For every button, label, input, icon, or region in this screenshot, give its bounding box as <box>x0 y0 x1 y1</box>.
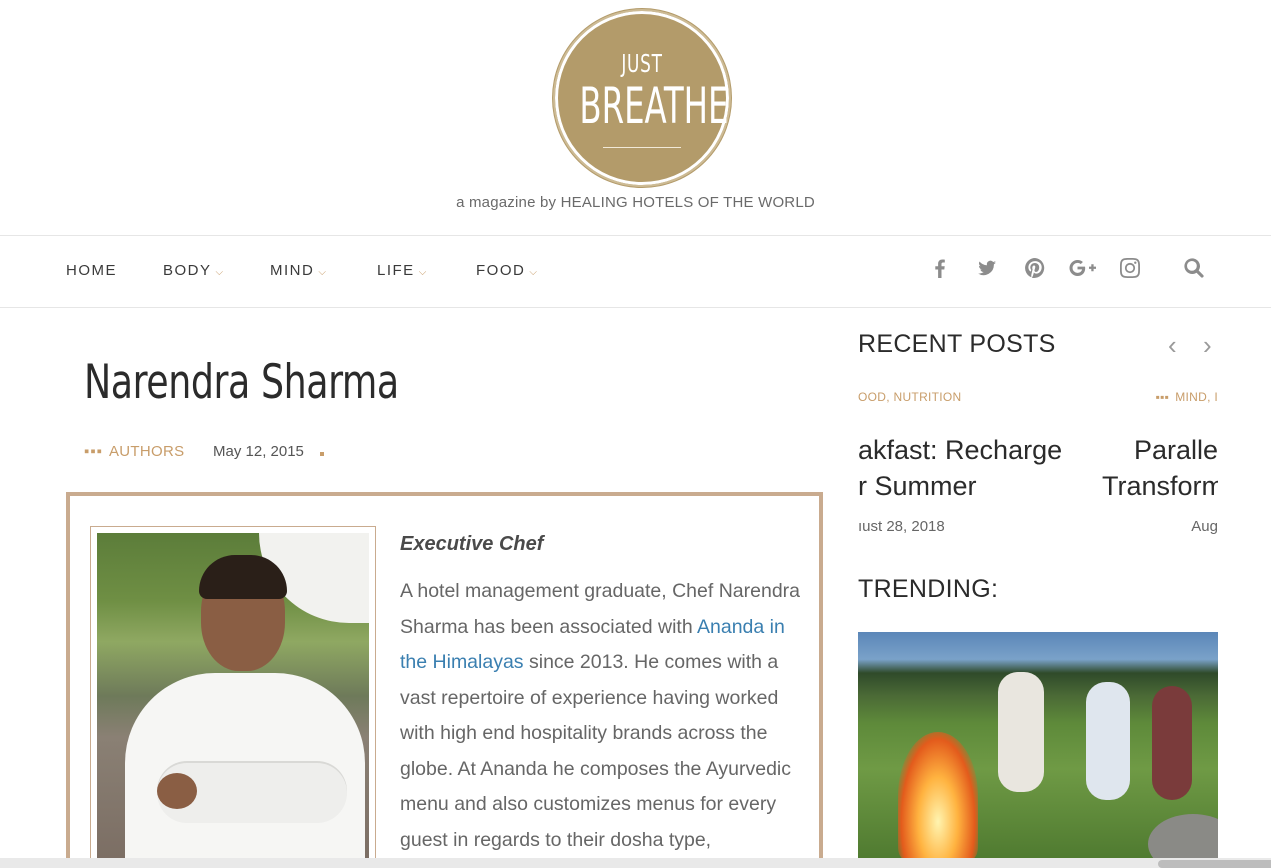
chevron-left-icon[interactable]: ‹ <box>1168 330 1177 361</box>
twitter-icon[interactable] <box>973 258 1001 284</box>
photo-hand <box>157 773 197 809</box>
logo-text-breathe: BREATHE <box>579 77 729 135</box>
site-tagline: a magazine by HEALING HOTELS OF THE WORL… <box>456 194 815 211</box>
nav-item-label: BODY <box>163 262 212 279</box>
recent-post-slide[interactable]: ▪▪▪ MIND, I Paralle Transform Aug <box>1102 380 1218 535</box>
image-person <box>1086 682 1130 800</box>
logo-divider <box>603 147 681 148</box>
bio-text: since 2013. He comes with a vast reperto… <box>400 651 791 868</box>
main-navigation: HOME BODY ⌵ MIND ⌵ LIFE ⌵ FOOD ⌵ <box>0 236 1271 308</box>
chevron-down-icon: ⌵ <box>318 267 328 278</box>
slide-title-line: Paralle <box>1133 435 1218 465</box>
chevron-down-icon: ⌵ <box>529 267 539 278</box>
author-bio-card: Executive Chef A hotel management gradua… <box>66 492 823 868</box>
article-meta: ▪▪▪ AUTHORS May 12, 2015 <box>84 443 324 460</box>
instagram-icon[interactable] <box>1116 258 1144 284</box>
facebook-icon[interactable] <box>926 258 954 284</box>
author-photo-frame <box>90 526 376 868</box>
slide-categories[interactable]: ▪▪▪ MIND, I <box>1102 390 1218 404</box>
image-rock <box>1148 814 1218 860</box>
site-header: JUST BREATHE a magazine by HEALING HOTEL… <box>0 0 1271 236</box>
image-person <box>998 672 1044 792</box>
category-dots-icon: ▪▪▪ <box>84 443 103 460</box>
recent-posts-heading: RECENT POSTS <box>858 330 1056 358</box>
nav-item-label: LIFE <box>377 262 415 279</box>
meta-separator <box>320 452 324 456</box>
nav-item-home[interactable]: HOME <box>66 262 117 279</box>
site-logo[interactable]: JUST BREATHE <box>553 9 731 187</box>
horizontal-scrollbar[interactable] <box>0 858 1271 868</box>
slide-date: ıust 28, 2018 <box>858 518 945 535</box>
slide-title-line: akfast: Recharge <box>858 435 1063 465</box>
nav-item-label: HOME <box>66 262 117 279</box>
trending-post-image[interactable] <box>858 632 1218 860</box>
nav-item-label: MIND <box>270 262 315 279</box>
slide-title-line: Transform <box>1102 471 1218 501</box>
post-date: May 12, 2015 <box>213 443 304 460</box>
author-bio: A hotel management graduate, Chef Narend… <box>400 574 810 868</box>
slide-date: Aug <box>1191 518 1218 535</box>
slide-title-line: r Summer <box>858 471 977 501</box>
recent-posts-carousel: OOD, NUTRITION akfast: Recharge r Summer… <box>858 380 1218 550</box>
logo-text-just: JUST <box>621 49 663 78</box>
google-plus-icon[interactable] <box>1066 258 1100 284</box>
page-title: Narendra Sharma <box>84 355 399 410</box>
slide-category-label: MIND, I <box>1175 390 1218 404</box>
slide-categories[interactable]: OOD, NUTRITION <box>858 390 1062 404</box>
slide-title[interactable]: Paralle Transform <box>1102 432 1218 504</box>
author-role: Executive Chef <box>400 533 544 555</box>
nav-item-label: FOOD <box>476 262 526 279</box>
scrollbar-thumb[interactable] <box>1158 860 1271 868</box>
recent-post-slide[interactable]: OOD, NUTRITION akfast: Recharge r Summer… <box>858 380 1062 535</box>
chevron-down-icon: ⌵ <box>418 267 428 278</box>
slide-title[interactable]: akfast: Recharge r Summer <box>858 432 1062 504</box>
nav-item-life[interactable]: LIFE ⌵ <box>377 262 428 279</box>
image-person <box>1152 686 1192 800</box>
nav-item-body[interactable]: BODY ⌵ <box>163 262 225 279</box>
nav-item-mind[interactable]: MIND ⌵ <box>270 262 327 279</box>
category-link[interactable]: AUTHORS <box>109 443 184 460</box>
pinterest-icon[interactable] <box>1021 258 1049 284</box>
nav-item-food[interactable]: FOOD ⌵ <box>476 262 538 279</box>
chevron-down-icon: ⌵ <box>215 267 225 278</box>
image-campfire <box>898 732 978 860</box>
search-icon[interactable] <box>1180 258 1208 284</box>
category-dots-icon: ▪▪▪ <box>1155 390 1170 404</box>
author-photo <box>97 533 369 868</box>
chevron-right-icon[interactable]: › <box>1203 330 1212 361</box>
trending-heading: TRENDING: <box>858 575 999 603</box>
